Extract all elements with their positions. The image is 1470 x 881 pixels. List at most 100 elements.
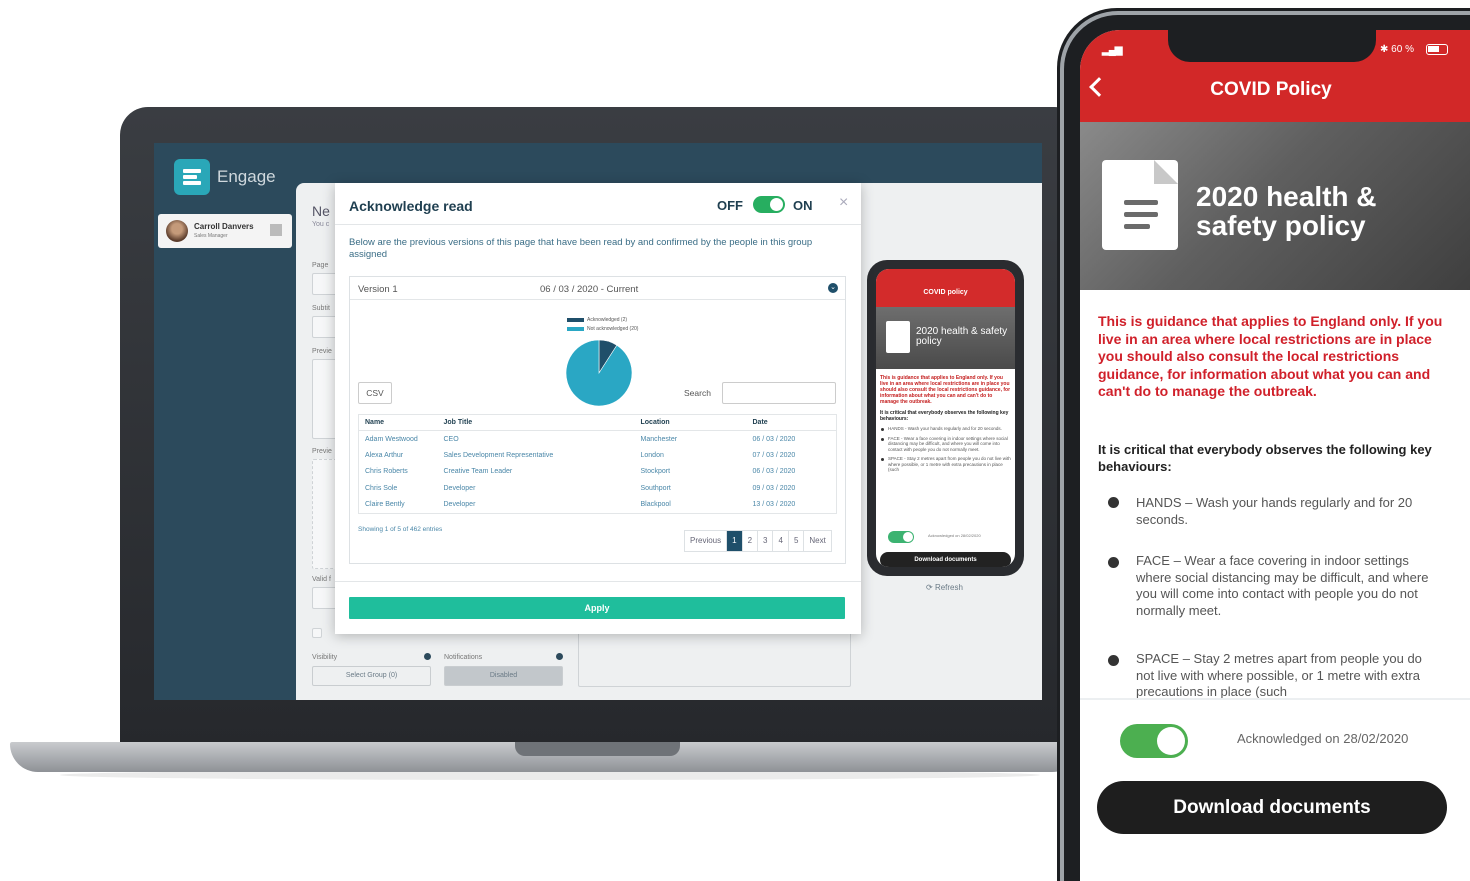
- phone-notch: [1168, 30, 1376, 62]
- cell-date: 07 / 03 / 2020: [752, 451, 796, 459]
- table-row[interactable]: Chris Roberts Creative Team Leader Stockpo…: [359, 464, 837, 481]
- mini-ack-text: Acknowledged on 28/02/2020: [928, 533, 981, 538]
- table-row[interactable]: Chris Sole Developer Southport 09 / 03 / 20…: [359, 480, 837, 497]
- page-subtitle: You c: [312, 221, 330, 228]
- previous-page-button[interactable]: Previous: [685, 531, 728, 551]
- visibility-label: Visibility: [312, 654, 338, 661]
- table-header-row: Name Job Title Location Date: [358, 414, 837, 431]
- toggle-off-label: OFF: [717, 198, 743, 213]
- version-header[interactable]: Version 1 06 / 03 / 2020 - Current ⌄: [350, 277, 845, 300]
- cell-name: Chris Sole: [365, 484, 398, 492]
- cell-name: Adam Westwood: [365, 435, 418, 443]
- table-row[interactable]: Alexa Arthur Sales Development Representa…: [359, 447, 837, 464]
- battery-icon: [1426, 44, 1448, 55]
- legend-swatch: [567, 318, 584, 322]
- acknowledgement-pie-chart: [565, 339, 633, 407]
- notifications-label: Notifications: [444, 654, 483, 661]
- cell-location: Blackpool: [640, 501, 671, 508]
- mini-hero: 2020 health & safety policy: [876, 307, 1015, 369]
- refresh-button[interactable]: ⟳ Refresh: [926, 583, 963, 592]
- field-label: Page: [312, 262, 329, 269]
- column-header[interactable]: Location: [634, 414, 747, 431]
- csv-button[interactable]: CSV: [358, 382, 392, 404]
- info-icon[interactable]: [424, 653, 431, 660]
- engage-logo-icon: [174, 159, 210, 195]
- signal-icon: ▂▄▆: [1102, 45, 1122, 56]
- apply-button[interactable]: Apply: [349, 597, 845, 619]
- legend-label: Acknowledged (2): [587, 317, 628, 323]
- building-icon: [270, 224, 282, 236]
- bullet-face: FACE – Wear a face covering in indoor se…: [1136, 553, 1429, 619]
- toggle-on-label: ON: [793, 198, 813, 213]
- mini-guidance: This is guidance that applies to England…: [880, 375, 1011, 405]
- bullet-icon: [1108, 655, 1119, 666]
- next-page-button[interactable]: Next: [804, 531, 830, 551]
- table-row[interactable]: Claire Bently Developer Blackpool 13 / 03 /…: [359, 497, 837, 514]
- column-header[interactable]: Name: [358, 414, 438, 431]
- page-button-4[interactable]: 4: [773, 531, 789, 551]
- legend-swatch: [567, 327, 584, 331]
- version-name: Version 1: [358, 284, 398, 295]
- checkbox[interactable]: [312, 628, 322, 638]
- cell-job: CEO: [443, 435, 459, 443]
- bullet-hands: HANDS – Wash your hands regularly and fo…: [1136, 495, 1413, 527]
- pagination: Previous 1 2 3 4 5 Next: [684, 530, 832, 552]
- cell-date: 06 / 03 / 2020: [752, 468, 796, 476]
- field-label: Valid f: [312, 576, 331, 583]
- column-header[interactable]: Job Title: [437, 414, 635, 431]
- close-icon[interactable]: ×: [839, 194, 848, 212]
- phone-screen: ▂▄▆ ✱ 60 % COVID Policy 2020 health & sa…: [1080, 30, 1470, 881]
- document-icon: [1102, 160, 1178, 250]
- cell-date: 13 / 03 / 2020: [752, 501, 796, 508]
- hero-title: 2020 health & safety policy: [1196, 181, 1377, 241]
- mini-bullet: FACE - Wear a face covering in indoor se…: [876, 434, 1015, 455]
- acknowledge-toggle[interactable]: [1120, 724, 1188, 758]
- cell-job: Developer: [443, 501, 476, 508]
- bullet-icon: [1108, 557, 1119, 568]
- bluetooth-icon: ✱: [1380, 44, 1392, 55]
- laptop-notch: [515, 742, 680, 756]
- page-button-1[interactable]: 1: [727, 531, 743, 551]
- page-button-3[interactable]: 3: [758, 531, 774, 551]
- version-panel: Version 1 06 / 03 / 2020 - Current ⌄ Ack…: [349, 276, 846, 564]
- cell-name: Alexa Arthur: [365, 451, 404, 459]
- bullet-space: SPACE – Stay 2 metres apart from people …: [1136, 651, 1422, 700]
- legend-item: Not acknowledged (20): [567, 326, 638, 335]
- cell-location: Southport: [640, 484, 671, 492]
- column-header[interactable]: Date: [746, 414, 837, 431]
- avatar: [166, 220, 188, 242]
- table-row[interactable]: Adam Westwood CEO Manchester 06 / 03 / 2020: [359, 431, 837, 448]
- search-input[interactable]: [722, 382, 836, 404]
- cell-location: London: [640, 451, 664, 459]
- select-group-button[interactable]: Select Group (0): [312, 666, 431, 686]
- divider: [335, 581, 861, 582]
- ack-toggle[interactable]: [753, 196, 785, 213]
- page-button-5[interactable]: 5: [789, 531, 805, 551]
- mini-critical: It is critical that everybody observes t…: [880, 410, 1009, 422]
- modal-description: Below are the previous versions of this …: [349, 237, 813, 260]
- user-role: Sales Manager: [194, 233, 228, 239]
- hero-banner: 2020 health & safety policy: [1080, 122, 1470, 290]
- battery-text: 60 %: [1391, 44, 1414, 55]
- cell-date: 09 / 03 / 2020: [752, 484, 796, 492]
- cell-name: Claire Bently: [365, 501, 405, 508]
- info-icon[interactable]: [556, 653, 563, 660]
- phone-footer: Acknowledged on 28/02/2020 Download docu…: [1080, 700, 1470, 881]
- document-icon: [886, 321, 910, 353]
- modal-title: Acknowledge read: [349, 198, 473, 214]
- user-card[interactable]: Carroll Danvers Sales Manager: [158, 214, 292, 248]
- notifications-select[interactable]: Disabled: [444, 666, 563, 686]
- chart-legend: Acknowledged (2) Not acknowledged (20): [567, 317, 638, 335]
- download-documents-button[interactable]: Download documents: [1097, 781, 1447, 834]
- mini-header: COVID policy: [876, 269, 1015, 307]
- logo-text: Engage: [217, 167, 276, 186]
- cell-job: Sales Development Representative: [443, 451, 554, 459]
- mini-download-button[interactable]: Download documents: [880, 552, 1011, 567]
- chevron-down-icon[interactable]: ⌄: [828, 283, 838, 293]
- entries-count: Showing 1 of 5 of 462 entries: [358, 526, 443, 533]
- page-button-2[interactable]: 2: [743, 531, 759, 551]
- acknowledged-text: Acknowledged on 28/02/2020: [1237, 731, 1409, 746]
- guidance-text: This is guidance that applies to England…: [1098, 313, 1443, 399]
- field-label: Previe: [312, 448, 332, 455]
- mini-ack-toggle[interactable]: [888, 531, 914, 543]
